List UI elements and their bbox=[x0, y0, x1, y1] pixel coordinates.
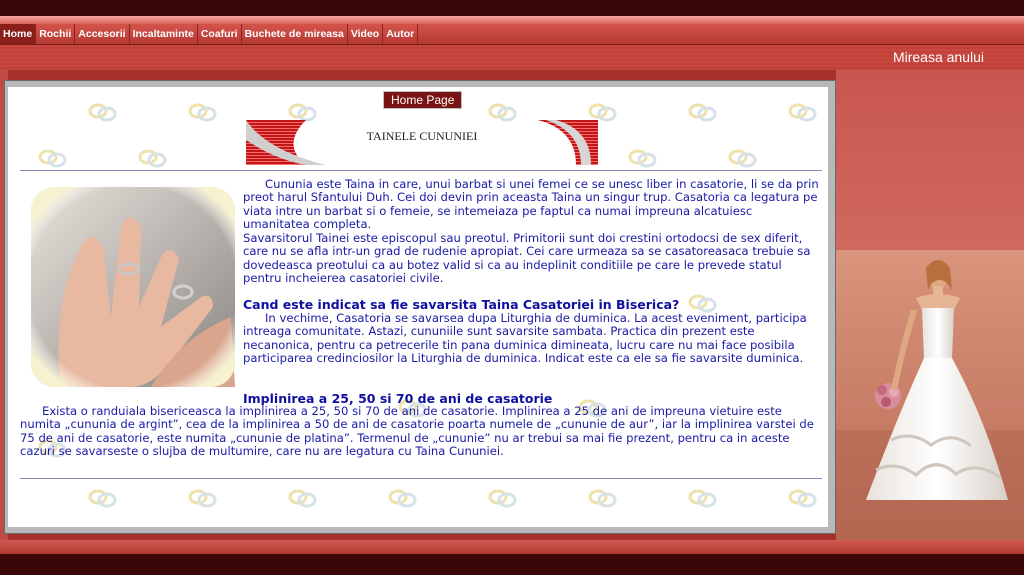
bottom-stripe bbox=[0, 540, 1024, 554]
paragraph-2: Savarsitorul Tainei este episcopul sau p… bbox=[243, 231, 811, 286]
nav-rochii[interactable]: Rochii bbox=[36, 24, 76, 44]
nav-coafuri[interactable]: Coafuri bbox=[198, 24, 242, 44]
paragraph-4: Exista o randuiala bisericeasca la impli… bbox=[20, 404, 814, 459]
nav-video[interactable]: Video bbox=[348, 24, 384, 44]
nav-accesorii[interactable]: Accesorii bbox=[75, 24, 130, 44]
content-area: Home Page TAINELE CUNUNIEI Cununia este … bbox=[8, 87, 828, 527]
heading-indicat: Cand este indicat sa fie savarsita Taina… bbox=[243, 297, 680, 312]
site-title: Mireasa anului bbox=[892, 49, 984, 65]
nav-buchete[interactable]: Buchete de mireasa bbox=[242, 24, 348, 44]
bottom-dark-bar bbox=[0, 554, 1024, 575]
home-page-button[interactable]: Home Page bbox=[383, 91, 463, 109]
subheader-bar: Mireasa anului bbox=[0, 45, 1024, 70]
main-nav: Home Rochii Accesorii Incaltaminte Coafu… bbox=[0, 24, 1024, 45]
divider bbox=[20, 170, 822, 171]
bride-photo bbox=[836, 250, 1024, 540]
paragraph-3: In vechime, Casatoria se savarsea dupa L… bbox=[243, 311, 807, 366]
divider-bottom bbox=[20, 478, 822, 479]
nav-incaltaminte[interactable]: Incaltaminte bbox=[130, 24, 198, 44]
top-stripe bbox=[0, 16, 1024, 24]
nav-autor[interactable]: Autor bbox=[383, 24, 419, 44]
top-dark-bar bbox=[0, 0, 1024, 16]
wedding-rings-hands-photo bbox=[31, 187, 235, 387]
nav-home[interactable]: Home bbox=[0, 24, 37, 44]
paragraph-1: Cununia este Taina in care, unui barbat … bbox=[243, 177, 819, 232]
banner-title: TAINELE CUNUNIEI bbox=[366, 129, 478, 143]
